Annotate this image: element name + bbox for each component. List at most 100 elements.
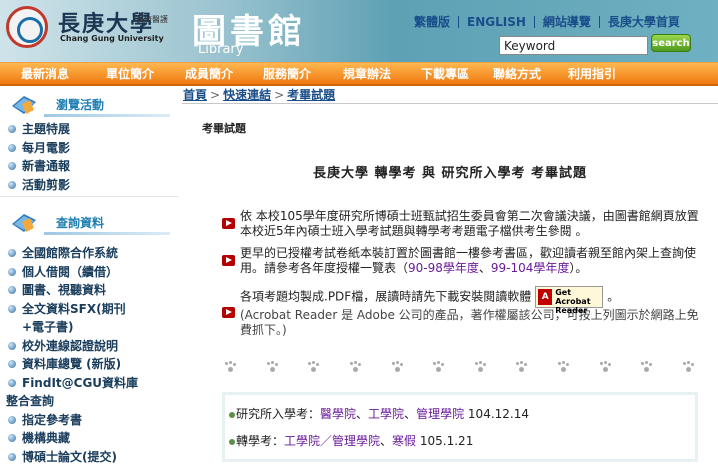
sidebar-item-theme-exhibit[interactable]: 主題特展 [6, 120, 176, 139]
sidebar-item-findit[interactable]: FindIt@CGU資料庫 整合查詢 [6, 374, 176, 411]
link-transfer-winter[interactable]: 寒假 [392, 434, 416, 448]
university-subtitle: 長庚醫護 [136, 15, 168, 24]
sidebar-list-search: 全國館際合作系統 個人借閱（續借） 圖書、視聽資料 全文資料SFX(期刊 +電子書… [6, 244, 176, 465]
sidebar-section-search: 查詢資料 [4, 206, 174, 240]
sidebar-list-browse: 主題特展 每月電影 新書通報 活動剪影 [6, 120, 176, 194]
nav-downloads[interactable]: 下載專區 [408, 63, 482, 85]
nav-regulations[interactable]: 規章辦法 [326, 63, 408, 85]
sidebar-item-ill-system[interactable]: 全國館際合作系統 [6, 244, 176, 263]
exam-row-graduate: 研究所入學考：醫學院、工學院、管理學院 104.12.14 [229, 405, 529, 422]
exam-row-transfer: 轉學考：工學院／管理學院、寒假 105.1.21 [229, 432, 473, 449]
site-header: 長庚大學 長庚醫護 Chang Gung University 圖書館 Libr… [0, 0, 718, 62]
university-english-name: Chang Gung University [60, 34, 164, 43]
bullet-icon [8, 180, 16, 189]
nav-staff-intro[interactable]: 成員簡介 [170, 63, 248, 85]
bullet-icon [8, 143, 16, 152]
bullet-icon [8, 434, 16, 442]
red-arrow-icon [222, 218, 235, 229]
sidebar-item-remote-auth[interactable]: 校外連線認證說明 [6, 337, 176, 356]
sidebar-item-monthly-movie[interactable]: 每月電影 [6, 139, 176, 158]
main-nav: 最新消息 單位簡介 成員簡介 服務簡介 規章辦法 下載專區 聯絡方式 利用指引 [0, 62, 718, 86]
paw-print-icon [349, 361, 361, 374]
nav-latest-news[interactable]: 最新消息 [0, 63, 90, 85]
paw-print-icon [599, 361, 611, 374]
paw-print-icon [515, 361, 528, 374]
exam-links-box: 研究所入學考：醫學院、工學院、管理學院 104.12.14 轉學考：工學院／管理… [222, 392, 698, 462]
nav-contact[interactable]: 聯絡方式 [482, 63, 552, 85]
bullet-icon [8, 125, 16, 133]
sidebar-section-title: 查詢資料 [56, 216, 105, 230]
paw-print-icon [391, 361, 403, 374]
sidebar-item-sfx[interactable]: 全文資料SFX(期刊 +電子書) [6, 300, 176, 337]
link-grad-engineering[interactable]: 工學院 [368, 407, 404, 421]
acrobat-copyright-note: (Acrobat Reader 是 Adobe 公司的產品，著作權屬該公司，可按… [240, 308, 699, 337]
toplink-sitemap[interactable]: 網站導覽 [535, 16, 600, 28]
bullet-icon [8, 249, 16, 257]
paw-divider [224, 361, 694, 376]
breadcrumb-divider [182, 103, 718, 104]
sidebar-item-repository[interactable]: 機構典藏 [6, 429, 176, 448]
sidebar-item-event-photos[interactable]: 活動剪影 [6, 176, 176, 195]
paragraph-exam-decision: 依 本校105學年度研究所博碩士班甄試招生委員會第二次會議決議，由圖書館網頁放置… [240, 209, 699, 238]
toplink-traditional-chinese[interactable]: 繁體版 [406, 16, 460, 28]
breadcrumb: 首頁 > 快速連結 > 考畢試題 [183, 86, 335, 103]
sidebar-item-thesis-submit[interactable]: 博碩士論文(提交) [6, 448, 176, 465]
red-arrow-icon [222, 255, 235, 266]
breadcrumb-home[interactable]: 首頁 [183, 88, 207, 102]
paw-print-icon [432, 361, 445, 374]
book-icon [12, 214, 36, 232]
link-grad-management[interactable]: 管理學院 [416, 407, 464, 421]
bullet-icon [8, 378, 16, 387]
content-title: 長庚大學 轉學考 與 研究所入學考 考畢試題 [312, 166, 588, 181]
paw-print-icon [474, 361, 486, 374]
breadcrumb-quick-links[interactable]: 快速連結 [223, 88, 271, 102]
book-icon [12, 96, 36, 114]
sidebar-item-my-loans[interactable]: 個人借閱（續借） [6, 263, 176, 282]
toplink-english[interactable]: ENGLISH [459, 16, 535, 28]
paw-print-icon [266, 361, 278, 374]
section-underline [44, 232, 170, 235]
bullet-icon [229, 411, 235, 418]
breadcrumb-separator: > [274, 88, 285, 102]
breadcrumb-exam-papers[interactable]: 考畢試題 [287, 88, 335, 102]
adobe-logo-icon: A [538, 289, 553, 305]
paw-print-icon [557, 361, 569, 374]
link-auth-list-90-98[interactable]: 90-98學年度 [408, 261, 479, 275]
bullet-icon [8, 162, 16, 170]
link-transfer-eng-mgmt[interactable]: 工學院／管理學院 [284, 434, 380, 448]
nav-unit-intro[interactable]: 單位簡介 [90, 63, 170, 85]
exam-date: 105.1.21 [419, 434, 474, 448]
sidebar-section-browse: 瀏覽活動 [4, 88, 174, 122]
link-grad-medicine[interactable]: 醫學院 [320, 407, 356, 421]
paw-print-icon [224, 361, 236, 374]
get-acrobat-reader-button[interactable]: A Get Acrobat Reader [535, 286, 604, 315]
search-button[interactable]: search [651, 34, 691, 52]
red-arrow-icon [222, 307, 235, 318]
bullet-icon [8, 415, 16, 424]
sidebar-item-reserve-books[interactable]: 指定參考書 [6, 411, 176, 430]
link-auth-list-99-104[interactable]: 99-104學年度 [491, 261, 570, 275]
sidebar-item-books-av[interactable]: 圖書、視聽資料 [6, 281, 176, 300]
page-title: 考畢試題 [202, 122, 246, 135]
search-input[interactable] [499, 36, 648, 55]
bullet-icon [8, 452, 16, 461]
exam-date: 104.12.14 [467, 407, 529, 421]
paw-print-icon [307, 361, 320, 374]
bullet-icon [8, 304, 16, 313]
toplink-university-home[interactable]: 長庚大學首頁 [600, 16, 688, 28]
university-logo-icon[interactable] [6, 6, 48, 48]
sidebar: 瀏覽活動 主題特展 每月電影 新書通報 活動剪影 查詢資料 全國館際合作系統 個… [0, 86, 178, 465]
paw-print-icon [640, 361, 653, 374]
paragraph-print-copies: 更早的已授權考試卷紙本裝訂置於圖書館一樓參考書區，歡迎讀者親至館內架上查詢使用。… [240, 246, 697, 275]
sidebar-divider [0, 196, 178, 197]
paragraph-pdf-note: 各項考題均製成.PDF檔，展讀時請先下載安裝閱讀軟體 A Get Acrobat Re… [240, 286, 699, 337]
paw-print-icon [682, 361, 694, 374]
breadcrumb-separator: > [210, 88, 221, 102]
bullet-icon [8, 267, 16, 276]
nav-user-guide[interactable]: 利用指引 [552, 63, 632, 85]
sidebar-item-database-list[interactable]: 資料庫總覽 (新版) [6, 355, 176, 374]
nav-service-intro[interactable]: 服務簡介 [248, 63, 326, 85]
sidebar-item-new-books[interactable]: 新書通報 [6, 157, 176, 176]
top-links: 繁體版 ENGLISH 網站導覽 長庚大學首頁 [406, 14, 688, 30]
sidebar-section-title: 瀏覽活動 [56, 98, 105, 112]
